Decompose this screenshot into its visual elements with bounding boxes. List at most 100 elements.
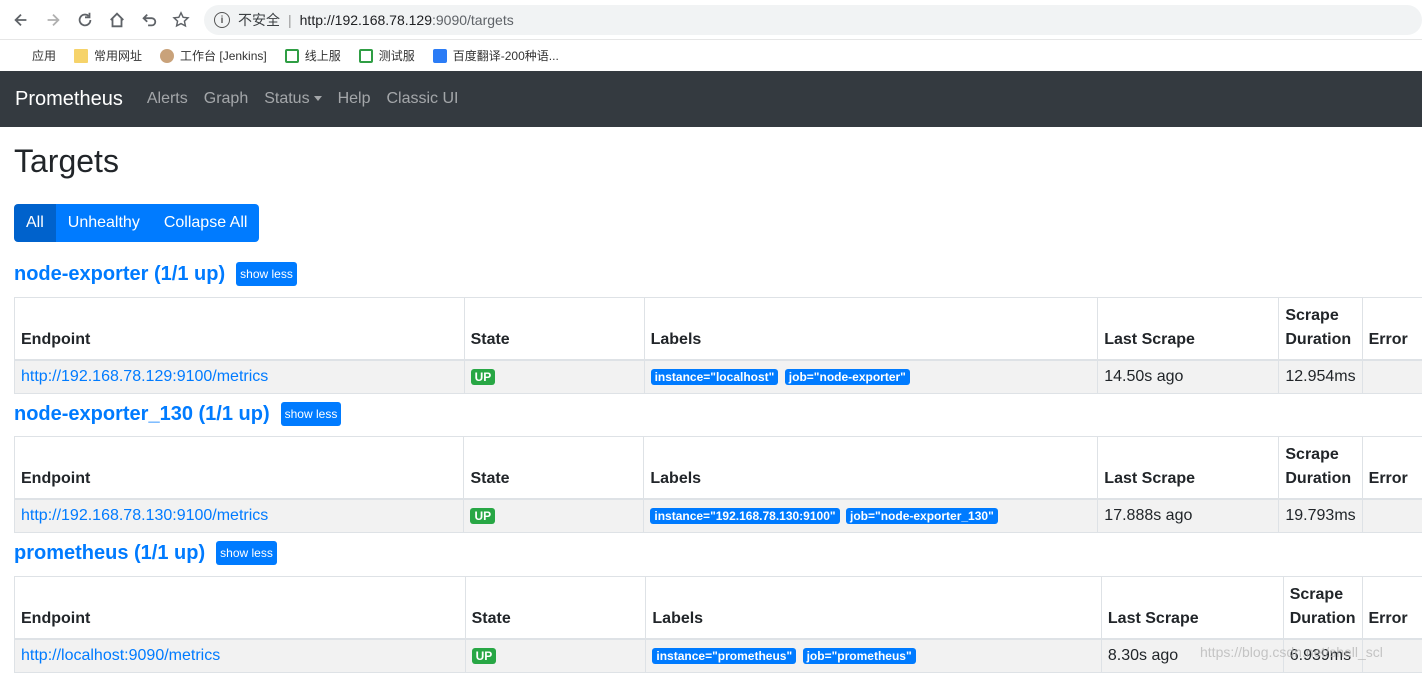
endpoint-link[interactable]: http://localhost:9090/metrics [21, 647, 220, 664]
label-badge: job="node-exporter" [785, 369, 910, 385]
translate-icon [433, 49, 447, 63]
header-labels: Labels [646, 577, 1102, 640]
address-separator: | [288, 12, 292, 28]
url-path: :9090/targets [432, 12, 514, 28]
table-header-row: Endpoint State Labels Last Scrape Scrape… [15, 298, 1422, 361]
label-badge: job="prometheus" [803, 648, 916, 664]
bookmark-label: 常用网址 [94, 47, 142, 64]
header-error: Error [1362, 437, 1422, 500]
page-title: Targets [14, 143, 119, 180]
bookmark-label: 线上服 [305, 47, 341, 64]
labels-cell: instance="prometheus" job="prometheus" [646, 639, 1102, 672]
table-row: http://192.168.78.130:9100/metrics UP in… [15, 499, 1422, 532]
endpoint-cell: http://localhost:9090/metrics [15, 639, 466, 672]
nav-graph[interactable]: Graph [204, 90, 248, 108]
header-labels: Labels [644, 298, 1098, 361]
pool-header: node-exporter (1/1 up) show less [14, 262, 297, 286]
pool-title-link[interactable]: node-exporter (1/1 up) [14, 263, 225, 286]
last-scrape-cell: 14.50s ago [1098, 360, 1279, 393]
error-cell [1362, 360, 1422, 393]
header-endpoint: Endpoint [15, 298, 465, 361]
nav-classic-ui[interactable]: Classic UI [386, 90, 458, 108]
state-cell: UP [465, 639, 646, 672]
bookmark-label: 应用 [32, 47, 56, 64]
show-less-button[interactable]: show less [216, 541, 277, 565]
header-last-scrape: Last Scrape [1101, 577, 1283, 640]
state-cell: UP [464, 360, 644, 393]
prometheus-navbar: Prometheus Alerts Graph Status Help Clas… [0, 71, 1422, 127]
info-icon[interactable]: i [214, 12, 230, 28]
bookmark-label: 百度翻译-200种语... [453, 47, 559, 64]
nav-status-label: Status [264, 90, 309, 107]
filter-unhealthy-button[interactable]: Unhealthy [56, 204, 152, 242]
last-scrape-cell: 17.888s ago [1098, 499, 1279, 532]
header-error: Error [1362, 577, 1422, 640]
pool-header: prometheus (1/1 up) show less [14, 541, 277, 565]
targets-table: Endpoint State Labels Last Scrape Scrape… [14, 297, 1422, 394]
address-bar[interactable]: i 不安全 | http://192.168.78.129:9090/targe… [204, 5, 1422, 35]
bookmark-folder-common[interactable]: 常用网址 [74, 47, 142, 64]
forward-icon[interactable] [42, 9, 64, 31]
back-icon[interactable] [10, 9, 32, 31]
bookmark-star-icon[interactable] [170, 9, 192, 31]
pool-title-link[interactable]: node-exporter_130 (1/1 up) [14, 403, 270, 426]
undo-icon[interactable] [138, 9, 160, 31]
endpoint-link[interactable]: http://192.168.78.129:9100/metrics [21, 368, 268, 385]
endpoint-cell: http://192.168.78.130:9100/metrics [15, 499, 464, 532]
label-badge: instance="localhost" [651, 369, 779, 385]
error-cell [1362, 499, 1422, 532]
header-scrape-duration: Scrape Duration [1283, 577, 1362, 640]
endpoint-link[interactable]: http://192.168.78.130:9100/metrics [21, 507, 268, 524]
site-icon [359, 49, 373, 63]
header-endpoint: Endpoint [15, 437, 464, 500]
filter-button-group: All Unhealthy Collapse All [14, 204, 259, 242]
bookmark-prod[interactable]: 线上服 [285, 47, 341, 64]
header-endpoint: Endpoint [15, 577, 466, 640]
bookmark-jenkins[interactable]: 工作台 [Jenkins] [160, 47, 267, 64]
header-last-scrape: Last Scrape [1098, 298, 1279, 361]
header-scrape-duration: Scrape Duration [1279, 298, 1362, 361]
nav-status-dropdown[interactable]: Status [264, 90, 321, 108]
table-header-row: Endpoint State Labels Last Scrape Scrape… [15, 577, 1422, 640]
jenkins-icon [160, 49, 174, 63]
site-icon [285, 49, 299, 63]
label-badge: instance="192.168.78.130:9100" [650, 508, 839, 524]
folder-icon [74, 49, 88, 63]
show-less-button[interactable]: show less [236, 262, 297, 286]
brand-link[interactable]: Prometheus [15, 88, 123, 111]
nav-help[interactable]: Help [338, 90, 371, 108]
label-badge: job="node-exporter_130" [846, 508, 998, 524]
state-badge: UP [472, 648, 497, 664]
state-cell: UP [464, 499, 644, 532]
header-error: Error [1362, 298, 1422, 361]
pool-title-link[interactable]: prometheus (1/1 up) [14, 542, 205, 565]
bookmark-label: 测试服 [379, 47, 415, 64]
header-scrape-duration: Scrape Duration [1279, 437, 1362, 500]
pool-header: node-exporter_130 (1/1 up) show less [14, 402, 341, 426]
bookmark-apps[interactable]: 应用 [12, 47, 56, 64]
browser-toolbar: i 不安全 | http://192.168.78.129:9090/targe… [0, 0, 1422, 40]
bookmark-test[interactable]: 测试服 [359, 47, 415, 64]
collapse-all-button[interactable]: Collapse All [152, 204, 260, 242]
home-icon[interactable] [106, 9, 128, 31]
bookmark-baidu-translate[interactable]: 百度翻译-200种语... [433, 47, 559, 64]
reload-icon[interactable] [74, 9, 96, 31]
bookmark-label: 工作台 [Jenkins] [180, 47, 267, 64]
show-less-button[interactable]: show less [281, 402, 342, 426]
state-badge: UP [470, 508, 495, 524]
header-last-scrape: Last Scrape [1098, 437, 1279, 500]
labels-cell: instance="192.168.78.130:9100" job="node… [644, 499, 1098, 532]
targets-table: Endpoint State Labels Last Scrape Scrape… [14, 436, 1422, 533]
filter-all-button[interactable]: All [14, 204, 56, 242]
table-row: http://192.168.78.129:9100/metrics UP in… [15, 360, 1422, 393]
bookmarks-bar: 应用 常用网址 工作台 [Jenkins] 线上服 测试服 百度翻译-200种语… [0, 40, 1422, 71]
header-state: State [464, 437, 644, 500]
state-badge: UP [471, 369, 496, 385]
header-state: State [464, 298, 644, 361]
caret-down-icon [314, 96, 322, 101]
apps-grid-icon [12, 49, 26, 63]
duration-cell: 19.793ms [1279, 499, 1362, 532]
nav-alerts[interactable]: Alerts [147, 90, 188, 108]
duration-cell: 12.954ms [1279, 360, 1362, 393]
url-host: http://192.168.78.129 [300, 12, 432, 28]
